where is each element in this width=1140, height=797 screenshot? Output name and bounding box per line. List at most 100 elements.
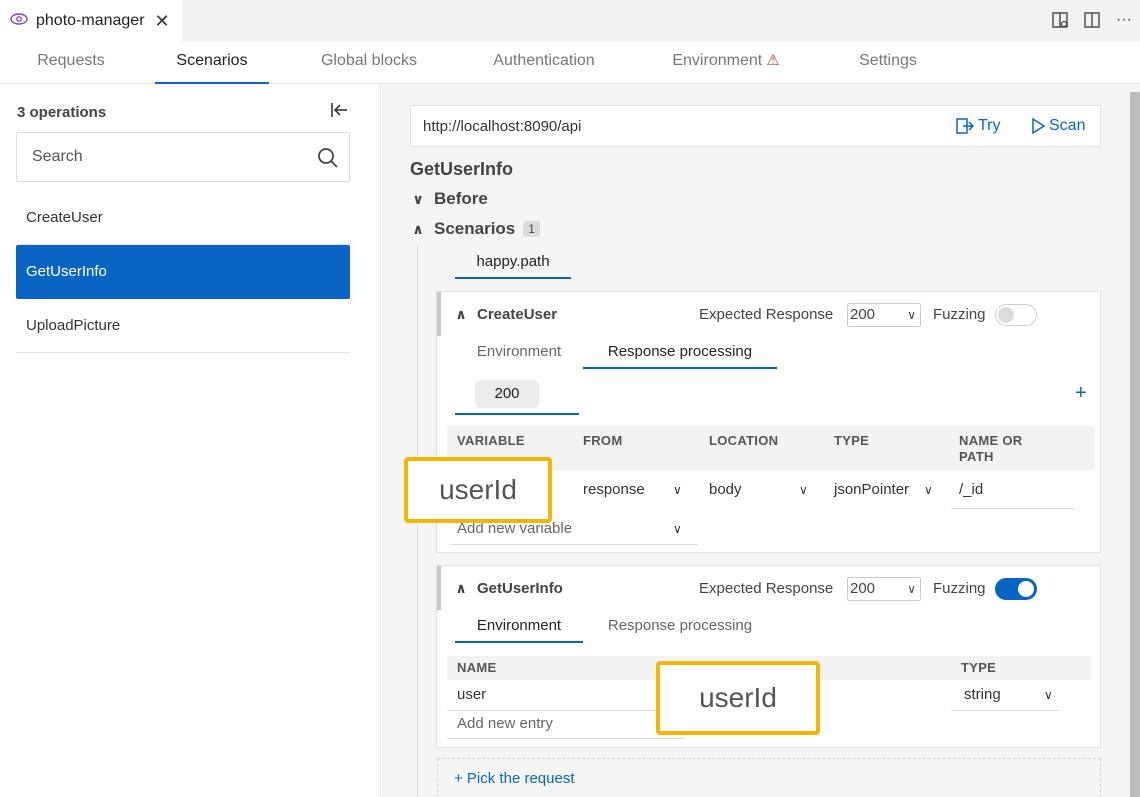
close-icon[interactable]: ✕ [155,11,170,32]
tab-scenarios[interactable]: Scenarios [155,42,269,84]
try-button[interactable]: Try [956,117,1001,135]
row-divider [451,544,698,545]
operation-label: GetUserInfo [26,263,107,280]
add-entry-input[interactable]: Add new entry [457,715,677,732]
step-toggle[interactable]: ∧ CreateUser [453,306,557,323]
more-icon[interactable]: ··· [1114,10,1134,30]
before-section-toggle[interactable]: ∨ Before [410,189,488,209]
env-type-value: string [964,686,1001,703]
location-value: body [709,481,742,498]
pick-request-area: + Pick the request [437,758,1101,797]
tab-requests[interactable]: Requests [18,42,124,84]
from-select[interactable]: response ∨ [583,481,689,498]
row-divider [951,508,1075,509]
expected-response-value: 200 [850,580,876,597]
location-select[interactable]: body ∨ [709,481,815,498]
column-type: TYPE [834,433,870,448]
column-name: NAME [457,660,497,675]
operation-label: CreateUser [26,209,103,226]
tab-environment[interactable]: Environment [457,337,581,369]
chevron-up-icon: ∧ [455,306,467,322]
split-layout-icon[interactable] [1050,10,1070,30]
chevron-up-icon: ∧ [412,220,424,237]
tab-settings[interactable]: Settings [840,42,936,84]
scenarios-count-badge: 1 [523,221,540,237]
operation-label: UploadPicture [26,317,121,334]
chevron-up-icon: ∧ [455,580,467,596]
title-actions: ··· [1050,10,1134,30]
scenarios-section-toggle[interactable]: ∧ Scenarios 1 [410,219,540,239]
server-url[interactable]: http://localhost:8090/api [423,118,581,135]
column-from: FROM [583,433,623,448]
tab-environment[interactable]: Environment ⚠ [650,42,802,84]
operation-item-createuser[interactable]: CreateUser [16,191,350,245]
search-box [16,132,350,182]
expected-response-select[interactable]: 200 ∨ [847,577,921,601]
tab-global-blocks[interactable]: Global blocks [300,42,438,84]
fuzzing-toggle[interactable] [995,578,1037,600]
chevron-down-icon: ∨ [907,582,916,596]
editor-tab-title: photo-manager [36,12,145,29]
operation-title: GetUserInfo [410,159,514,179]
scan-button[interactable]: Scan [1031,117,1085,135]
env-type-select[interactable]: string ∨ [964,686,1060,703]
row-divider [447,710,685,711]
env-value-highlight[interactable]: userId [656,661,820,735]
row-divider [951,710,1059,711]
type-value: jsonPointer [834,481,910,498]
chevron-down-icon: ∨ [924,483,933,497]
step-header: ∧ GetUserInfo Expected Response 200 ∨ Fu… [437,566,1100,610]
tab-response-processing[interactable]: Response processing [583,611,777,643]
expected-response-label: Expected Response [699,580,834,597]
toggle-knob [998,307,1014,323]
scenario-tab-happy-path[interactable]: happy.path [455,247,571,279]
fuzzing-toggle[interactable] [995,304,1037,326]
step-title: GetUserInfo [477,580,563,597]
main-tabs: Requests Scenarios Global blocks Authent… [0,42,1140,84]
scan-label: Scan [1049,117,1086,134]
tab-label: Scenarios [176,52,248,69]
column-name-or-path: NAME OR PATH [959,433,1023,464]
tab-response-processing[interactable]: Response processing [583,337,777,369]
step-toggle[interactable]: ∧ GetUserInfo [453,580,563,597]
warning-icon: ⚠ [766,52,780,69]
chevron-down-icon: ∨ [1044,688,1053,702]
column-location: LOCATION [709,433,779,448]
add-response-code-icon[interactable]: + [1075,382,1087,405]
tab-label: Environment [672,52,763,69]
step-card-createuser: ∧ CreateUser Expected Response 200 ∨ Fuz… [404,291,1101,553]
env-name-input[interactable]: user [457,686,657,703]
expected-response-select[interactable]: 200 ∨ [847,303,921,327]
search-icon[interactable] [317,147,339,174]
column-type: TYPE [961,660,997,675]
variable-name-highlight[interactable]: userId [404,457,552,523]
from-value: response [583,481,645,498]
scenarios-label: Scenarios [434,219,516,238]
path-input[interactable]: /_id [959,481,1075,498]
operation-item-uploadpicture[interactable]: UploadPicture [16,299,350,353]
tab-label: Global blocks [320,52,418,69]
type-select[interactable]: jsonPointer ∨ [834,481,940,498]
chevron-down-icon: ∨ [907,308,916,322]
editor-tab[interactable]: photo-manager ✕ [0,0,182,42]
step-card-getuserinfo: ∧ GetUserInfo Expected Response 200 ∨ Fu… [436,565,1101,748]
pick-request-link[interactable]: + Pick the request [454,770,574,787]
collapse-panel-icon[interactable] [330,102,348,123]
operation-item-getuserinfo[interactable]: GetUserInfo [16,245,350,299]
tab-authentication[interactable]: Authentication [470,42,618,84]
url-bar: http://localhost:8090/api Try Scan [410,105,1101,147]
chevron-down-icon: ∨ [673,522,682,536]
fuzzing-label: Fuzzing [933,306,986,323]
split-editor-icon[interactable] [1082,10,1102,30]
expected-response-value: 200 [850,306,876,323]
chevron-down-icon: ∨ [799,483,808,497]
toggle-knob [1018,581,1034,597]
response-code-tab[interactable]: 200 [475,380,539,408]
scrollbar[interactable] [1130,92,1140,797]
chevron-down-icon: ∨ [412,190,424,207]
tab-environment[interactable]: Environment [455,611,583,643]
response-code-underline [455,413,579,415]
tab-label: Requests [37,52,105,69]
expected-response-label: Expected Response [699,306,834,323]
search-input[interactable] [17,133,297,181]
